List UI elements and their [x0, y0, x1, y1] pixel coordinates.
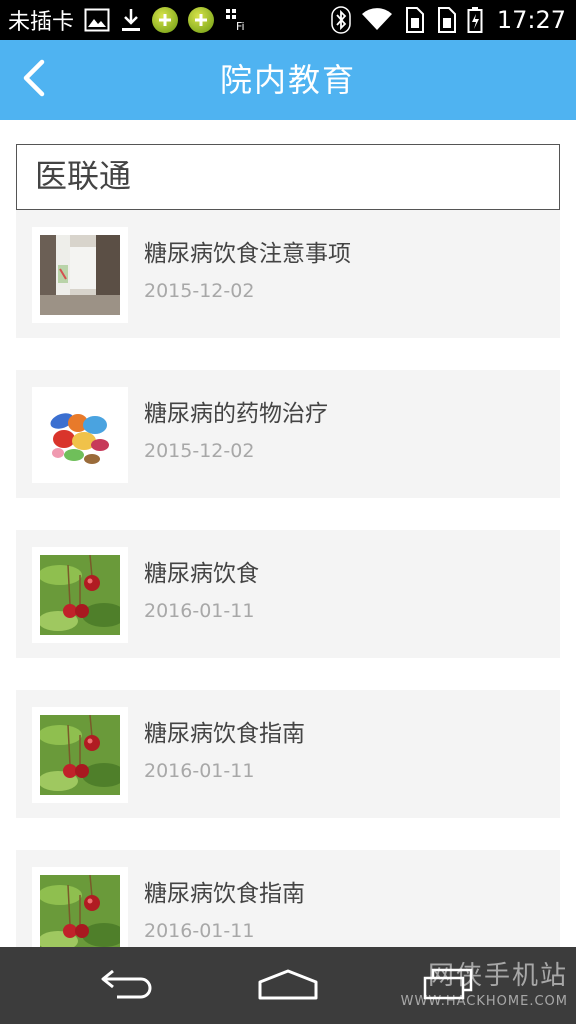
- article-item[interactable]: 糖尿病饮食 2016-01-11: [16, 530, 560, 658]
- article-thumbnail: [32, 547, 128, 643]
- bluetooth-icon: [331, 6, 351, 34]
- status-bar-right: 17:27: [331, 6, 566, 34]
- article-thumbnail: [32, 867, 128, 947]
- article-title: 糖尿病饮食注意事项: [144, 241, 351, 267]
- navigation-bar: 网侠手机站 WWW.HACKHOME.COM: [0, 947, 576, 1024]
- battery-icon: [467, 6, 483, 34]
- article-thumbnail: [32, 387, 128, 483]
- article-date: 2015-12-02: [144, 440, 255, 462]
- sim-icon: [435, 6, 457, 34]
- wifi-icon: [361, 8, 393, 32]
- nav-home-button[interactable]: [248, 961, 328, 1011]
- carrier-label: 未插卡: [8, 10, 75, 35]
- home-icon: [258, 968, 318, 1004]
- status-bar-left: 未插卡 Fi: [8, 4, 250, 36]
- app-green-icon: [188, 7, 215, 33]
- status-time: 17:27: [496, 6, 566, 34]
- article-item[interactable]: 糖尿病饮食指南 2016-01-11: [16, 850, 560, 947]
- article-title: 糖尿病的药物治疗: [144, 401, 328, 427]
- article-date: 2015-12-02: [144, 280, 255, 302]
- article-list[interactable]: 糖尿病饮食注意事项 2015-12-02 糖尿病的药物治疗 2015-12-02: [16, 210, 560, 947]
- svg-text:Fi: Fi: [236, 20, 245, 33]
- article-title: 糖尿病饮食指南: [144, 721, 305, 747]
- article-title: 糖尿病饮食: [144, 561, 259, 587]
- nav-back-button[interactable]: [88, 961, 168, 1011]
- app-green-icon: [152, 7, 179, 33]
- article-item[interactable]: 糖尿病饮食指南 2016-01-11: [16, 690, 560, 818]
- watermark-text: 网侠手机站: [427, 961, 568, 991]
- image-icon: [84, 8, 110, 32]
- article-title: 糖尿病饮食指南: [144, 881, 305, 907]
- article-thumbnail: [32, 707, 128, 803]
- article-item[interactable]: 糖尿病饮食注意事项 2015-12-02: [16, 210, 560, 338]
- page-title: 院内教育: [219, 61, 356, 99]
- article-date: 2016-01-11: [144, 600, 255, 622]
- article-item[interactable]: 糖尿病的药物治疗 2015-12-02: [16, 370, 560, 498]
- article-thumbnail: [32, 227, 128, 323]
- download-icon: [120, 7, 142, 33]
- sim-icon: [403, 6, 425, 34]
- back-arrow-icon: [99, 967, 157, 1005]
- article-date: 2016-01-11: [144, 760, 255, 782]
- watermark: 网侠手机站 WWW.HACKHOME.COM: [401, 955, 568, 1009]
- watermark-url: WWW.HACKHOME.COM: [400, 994, 568, 1009]
- app-bar: 院内教育: [0, 40, 576, 120]
- section-header: 医联通: [16, 144, 560, 210]
- status-bar: 未插卡 Fi 17:27: [0, 0, 576, 40]
- wifi-hotspot-icon: Fi: [224, 7, 250, 33]
- article-date: 2016-01-11: [144, 920, 255, 942]
